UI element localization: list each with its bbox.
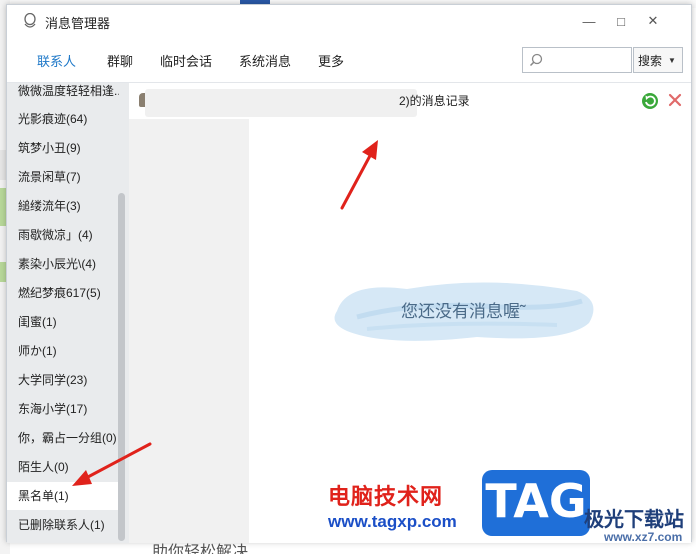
delete-icon[interactable] [667, 92, 683, 108]
contact-group-item[interactable]: 已删除联系人(1) [7, 511, 119, 539]
watermark-right-url: www.xz7.com [604, 530, 683, 544]
title-bar: 消息管理器 — □ ✕ [7, 5, 691, 37]
record-header: 2)的消息记录 [129, 83, 691, 119]
tab-group-chat[interactable]: 群聊 [107, 51, 133, 70]
empty-state-message: 您还没有消息喔˜ [401, 302, 526, 321]
tab-temp-session[interactable]: 临时会话 [160, 51, 212, 70]
contact-group-item[interactable]: 筑梦小丑(9) [7, 134, 119, 162]
contact-group-item[interactable]: 微微温度轻轻相逢... [7, 83, 119, 105]
search-box [522, 47, 632, 73]
contact-list-panel [129, 83, 249, 543]
redacted-contact-name [145, 89, 417, 117]
watermark-site-url: www.tagxp.com [328, 512, 457, 531]
tab-bar: 联系人 群聊 临时会话 系统消息 更多 搜索 ▼ [7, 37, 691, 83]
sidebar-scrollbar[interactable] [118, 193, 125, 541]
contact-group-item[interactable]: 师か(1) [7, 337, 119, 365]
qq-penguin-icon [24, 13, 36, 28]
tab-system-messages[interactable]: 系统消息 [239, 51, 291, 70]
search-button[interactable]: 搜索 ▼ [633, 47, 683, 73]
minimize-button[interactable]: — [579, 11, 599, 31]
contact-group-item[interactable]: 大学同学(23) [7, 366, 119, 394]
contact-group-item[interactable]: 光影痕迹(64) [7, 105, 119, 133]
watermark-right-text: 极光下载站 [584, 509, 684, 531]
watermark-tag-logo: TAG [482, 470, 590, 536]
contact-group-item[interactable]: 燃纪梦痕617(5) [7, 279, 119, 307]
contact-group-item[interactable]: 素染小辰光\(4) [7, 250, 119, 278]
search-input[interactable] [547, 51, 629, 69]
chevron-down-icon: ▼ [668, 55, 676, 65]
watermark-logo-text: TAG [485, 474, 587, 528]
tab-contacts[interactable]: 联系人 [37, 51, 76, 70]
contact-group-item[interactable]: 雨歇微凉」(4) [7, 221, 119, 249]
message-manager-window: 消息管理器 — □ ✕ 联系人 群聊 临时会话 系统消息 更多 搜索 ▼ 微微温… [6, 4, 692, 543]
contact-group-item[interactable]: 陌生人(0) [7, 453, 119, 481]
contact-group-item[interactable]: 縋缕流年(3) [7, 192, 119, 220]
contact-group-item[interactable]: 你，霸占一分组(0) [7, 424, 119, 452]
tab-more[interactable]: 更多 [318, 51, 344, 70]
close-button[interactable]: ✕ [643, 11, 663, 31]
contact-group-item-blacklist[interactable]: 黑名单(1) [7, 482, 119, 510]
refresh-icon[interactable] [641, 92, 659, 110]
contact-group-item[interactable]: 流景闲草(7) [7, 163, 119, 191]
record-title: 2)的消息记录 [399, 94, 470, 108]
contact-group-sidebar: 微微温度轻轻相逢... 光影痕迹(64) 筑梦小丑(9) 流景闲草(7) 縋缕流… [7, 83, 129, 543]
search-icon [529, 53, 543, 67]
contact-group-item[interactable]: 东海小学(17) [7, 395, 119, 423]
contact-group-item[interactable]: 闺蜜(1) [7, 308, 119, 336]
window-title: 消息管理器 [45, 16, 111, 31]
maximize-button[interactable]: □ [611, 11, 631, 31]
watermark-site-name: 电脑技术网 [328, 484, 444, 509]
search-button-label: 搜索 [638, 53, 663, 68]
